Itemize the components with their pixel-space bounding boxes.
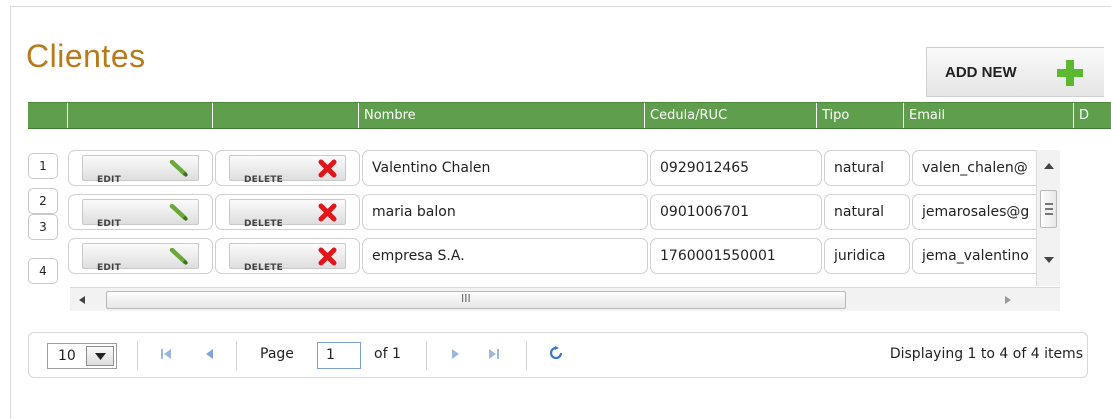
horizontal-scroll-thumb[interactable]: III xyxy=(106,291,846,309)
edit-button[interactable]: EDIT xyxy=(82,243,199,273)
page-size-select[interactable]: 10 xyxy=(47,343,117,369)
first-page-icon[interactable] xyxy=(161,348,172,360)
plus-icon xyxy=(1057,60,1083,86)
page-size-value: 10 xyxy=(58,348,76,364)
row-number: 1 xyxy=(28,153,58,179)
delete-x-icon xyxy=(318,159,337,178)
edit-button[interactable]: EDIT xyxy=(82,199,199,229)
column-header-cedula[interactable]: Cedula/RUC xyxy=(645,103,817,128)
cell-email: valen_chalen@ xyxy=(912,150,1050,186)
vertical-scroll-thumb[interactable] xyxy=(1040,190,1057,228)
clients-grid: 1 2 3 4 EDIT DELETE Valentino Chalen 092… xyxy=(28,140,1063,286)
last-page-icon[interactable] xyxy=(488,348,499,360)
row-number: 2 xyxy=(28,188,58,214)
cell-email: jema_valentino xyxy=(912,238,1050,274)
page-label: Page xyxy=(260,346,294,362)
column-header-delete xyxy=(213,103,359,128)
display-info: Displaying 1 to 4 of 4 items xyxy=(889,346,1083,362)
delete-button[interactable]: DELETE xyxy=(229,243,346,273)
delete-button-label: DELETE xyxy=(244,175,283,185)
column-header-nombre[interactable]: Nombre xyxy=(359,103,645,128)
page-size-dropdown-button[interactable] xyxy=(86,346,114,366)
edit-button[interactable]: EDIT xyxy=(82,155,199,185)
edit-button-label: EDIT xyxy=(97,219,121,229)
scroll-thumb-grip: III xyxy=(461,292,471,305)
page-count-label: of 1 xyxy=(374,346,401,362)
table-row-edit-cell: EDIT xyxy=(68,194,213,230)
add-new-label: ADD NEW xyxy=(945,64,1017,81)
table-header: Nombre Cedula/RUC Tipo Email D xyxy=(28,102,1111,129)
separator xyxy=(526,341,527,370)
chevron-down-icon xyxy=(95,353,106,360)
table-row-edit-cell: EDIT xyxy=(68,150,213,186)
cell-cedula: 0929012465 xyxy=(650,150,822,186)
column-header-email[interactable]: Email xyxy=(904,103,1074,128)
cell-cedula: 1760001550001 xyxy=(650,238,822,274)
delete-button[interactable]: DELETE xyxy=(229,155,346,185)
column-header-rownum xyxy=(28,103,68,128)
panel-left-border xyxy=(10,6,11,419)
row-number: 4 xyxy=(28,258,58,284)
edit-button-label: EDIT xyxy=(97,263,121,273)
column-header-d[interactable]: D xyxy=(1074,103,1111,128)
horizontal-scrollbar[interactable]: III xyxy=(70,287,1060,311)
current-page-input[interactable]: 1 xyxy=(317,342,361,369)
scroll-right-arrow-icon[interactable] xyxy=(1004,295,1012,305)
cell-tipo: natural xyxy=(824,150,910,186)
table-row-delete-cell: DELETE xyxy=(215,194,360,230)
edit-button-label: EDIT xyxy=(97,175,121,185)
cell-cedula: 0901006701 xyxy=(650,194,822,230)
cell-email: jemarosales@g xyxy=(912,194,1050,230)
cell-tipo: natural xyxy=(824,194,910,230)
row-number: 3 xyxy=(28,214,58,240)
scroll-left-arrow-icon[interactable] xyxy=(78,295,86,305)
pencil-icon xyxy=(169,160,189,177)
scroll-down-arrow-icon[interactable] xyxy=(1043,256,1055,264)
vertical-scrollbar[interactable] xyxy=(1036,150,1060,286)
panel-top-border xyxy=(10,6,1111,7)
delete-button-label: DELETE xyxy=(244,263,283,273)
page-title: Clientes xyxy=(26,38,146,74)
column-header-edit xyxy=(68,103,213,128)
next-page-icon[interactable] xyxy=(451,348,460,360)
separator xyxy=(236,341,237,370)
pagination-bar: 10 Page 1 of 1 Displaying 1 to 4 of 4 it… xyxy=(28,332,1088,378)
cell-tipo: juridica xyxy=(824,238,910,274)
delete-button[interactable]: DELETE xyxy=(229,199,346,229)
delete-x-icon xyxy=(318,203,337,222)
delete-button-label: DELETE xyxy=(244,219,283,229)
delete-x-icon xyxy=(318,247,337,266)
table-row-edit-cell: EDIT xyxy=(68,238,213,274)
add-new-button[interactable]: ADD NEW xyxy=(926,47,1104,97)
pencil-icon xyxy=(169,204,189,221)
refresh-icon[interactable] xyxy=(549,346,563,360)
pencil-icon xyxy=(169,248,189,265)
table-row-delete-cell: DELETE xyxy=(215,238,360,274)
separator xyxy=(137,341,138,370)
previous-page-icon[interactable] xyxy=(205,348,214,360)
column-header-tipo[interactable]: Tipo xyxy=(817,103,904,128)
scroll-up-arrow-icon[interactable] xyxy=(1043,162,1055,170)
cell-nombre: empresa S.A. xyxy=(362,238,648,274)
separator xyxy=(426,341,427,370)
cell-nombre: Valentino Chalen xyxy=(362,150,648,186)
cell-nombre: maria balon xyxy=(362,194,648,230)
table-row-delete-cell: DELETE xyxy=(215,150,360,186)
